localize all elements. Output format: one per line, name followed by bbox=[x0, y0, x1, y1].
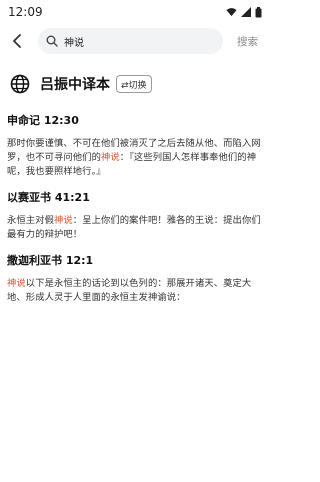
status-icons bbox=[226, 6, 262, 18]
status-time: 12:09 bbox=[8, 5, 43, 19]
version-bar: 吕振中译本 ⇄切换 bbox=[0, 62, 270, 106]
search-highlight: 神说 bbox=[54, 215, 73, 226]
verse-reference: 以赛亚书 41:21 bbox=[7, 191, 90, 204]
search-highlight: 神说 bbox=[7, 278, 26, 289]
results-list: 申命记 12:30 那时你要谨慎、不可在他们被消灭了之后去随从他、而陷入网罗，也不… bbox=[0, 112, 270, 305]
verse-segment: 以下是永恒主的话论到以色列的：那展开诸天、奠定大地、形成人灵于人里面的永恒主发神… bbox=[7, 278, 252, 303]
version-title: 吕振中译本 bbox=[40, 77, 110, 93]
globe-icon bbox=[10, 74, 30, 94]
search-header: 搜索 bbox=[0, 24, 270, 58]
search-input[interactable] bbox=[62, 34, 186, 48]
search-icon bbox=[46, 35, 58, 47]
result-item[interactable]: 申命记 12:30 那时你要谨慎、不可在他们被消灭了之后去随从他、而陷入网罗，也不… bbox=[7, 112, 263, 179]
back-arrow-icon bbox=[13, 34, 21, 48]
search-button[interactable]: 搜索 bbox=[237, 34, 258, 49]
result-item[interactable]: 以赛亚书 41:21 永恒主对假神说：呈上你们的案件吧！雅各的王说：提出你们最有力… bbox=[7, 189, 263, 242]
verse-text: 那时你要谨慎、不可在他们被消灭了之后去随从他、而陷入网罗，也不可寻问他们的神说：… bbox=[7, 137, 263, 179]
switch-version-button[interactable]: ⇄切换 bbox=[116, 75, 152, 93]
verse-segment: 永恒主对假 bbox=[7, 215, 54, 226]
wifi-icon bbox=[226, 8, 237, 17]
back-button[interactable] bbox=[6, 30, 28, 52]
verse-reference: 撒迦利亚书 12:1 bbox=[7, 254, 94, 267]
verse-reference: 申命记 12:30 bbox=[7, 114, 79, 127]
battery-icon bbox=[255, 6, 262, 17]
search-box[interactable] bbox=[38, 28, 223, 54]
status-bar: 12:09 bbox=[0, 0, 270, 24]
verse-text: 永恒主对假神说：呈上你们的案件吧！雅各的王说：提出你们最有力的辩护吧！ bbox=[7, 214, 263, 242]
search-highlight: 神说 bbox=[100, 152, 120, 163]
result-item[interactable]: 撒迦利亚书 12:1 神说以下是永恒主的话论到以色列的：那展开诸天、奠定大地、形成… bbox=[7, 252, 263, 305]
signal-icon bbox=[241, 7, 251, 17]
verse-text: 神说以下是永恒主的话论到以色列的：那展开诸天、奠定大地、形成人灵于人里面的永恒主… bbox=[7, 277, 263, 305]
